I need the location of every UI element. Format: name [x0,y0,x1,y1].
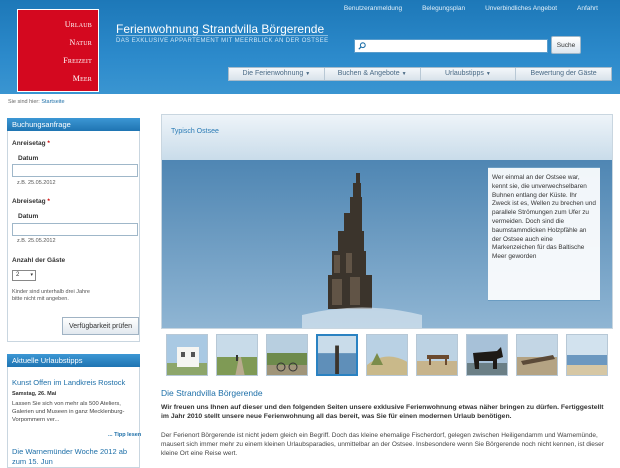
intro-text: Der Ferienort Börgerende ist nicht jedem… [161,432,604,457]
login-link[interactable]: Benutzeranmeldung [344,5,402,12]
search-button[interactable]: Suche [551,36,581,54]
breadcrumb-prefix: Sie sind hier: [8,99,40,105]
nav-label: Buchen & Angebote [337,70,400,77]
nav-ferienwohnung[interactable]: Die Ferienwohnung ▼ [229,68,325,80]
bench-thumbnail[interactable] [416,334,458,376]
departure-date-label: Datum [18,213,39,220]
tip-text: Vorpommern ver... [12,417,60,423]
departure-hint: z.B. 25.05.2012 [17,238,56,244]
departure-label: Abreisetag * [12,198,50,205]
nav-buchen[interactable]: Buchen & Angebote ▼ [325,68,421,80]
title-divider [116,35,328,36]
chevron-down-icon: ▼ [401,71,407,77]
booking-title: Buchungsanfrage [7,118,140,131]
site-subtitle: DAS EXKLUSIVE APPARTEMENT MIT MEERBLICK … [116,38,329,44]
groyne-thumbnail[interactable] [316,334,358,376]
section-title: Die Strandvilla Börgerende [161,388,263,398]
nav-label: Die Ferienwohnung [242,70,304,77]
image-slider[interactable]: Typisch Ostsee Wer einmal an der Ostsee … [161,114,613,329]
nav-urlaubstipps[interactable]: Urlaubstipps ▼ [421,68,517,80]
tip-title[interactable]: Die Warnemünder Woche 2012 ab [12,447,127,456]
guests-select[interactable]: 2 ▾ [12,270,36,281]
chevron-down-icon: ▼ [485,71,491,77]
dune-thumbnail[interactable] [366,334,408,376]
tip-text: Lassen Sie sich von mehr als 500 Atelier… [12,401,121,407]
logo-word: Urlaub [64,20,92,29]
arrival-label: Anreisetag * [12,140,50,147]
breadcrumb: Sie sind hier: Startseite [8,99,65,105]
guests-note: bitte nicht mit angeben. [12,296,69,302]
tips-title: Aktuelle Urlaubstipps [7,354,140,367]
logo-word: Meer [72,74,92,83]
top-links: Benutzeranmeldung Belegungsplan Unverbin… [324,5,598,12]
logo-word: Natur [69,38,92,47]
intro-bold-text: Wir freuen uns Ihnen auf dieser und den … [161,404,604,420]
select-arrow-icon: ▾ [30,272,33,278]
site-header: Urlaub Natur Freizeit Meer Ferienwohnung… [0,0,620,94]
nav-label: Bewertung der Gäste [530,70,597,77]
logo-word: Freizeit [63,56,92,65]
offer-link[interactable]: Unverbindliches Angebot [485,5,557,12]
nav-label: Urlaubstipps [444,70,484,77]
tip-title[interactable]: zum 15. Jun [12,457,53,466]
site-title[interactable]: Ferienwohnung Strandvilla Börgerende [116,22,324,36]
arrival-date-input[interactable] [12,164,138,177]
search-input[interactable] [354,39,548,53]
slide-text: Wer einmal an der Ostsee war, kennt sie,… [488,167,600,301]
occupancy-link[interactable]: Belegungsplan [422,5,465,12]
arrival-hint: z.B. 25.05.2012 [17,180,56,186]
tip-title[interactable]: Kunst Offen im Landkreis Rostock [12,378,125,387]
departure-date-input[interactable] [12,223,138,236]
breadcrumb-current[interactable]: Startseite [41,99,64,105]
bikes-thumbnail[interactable] [266,334,308,376]
driftwood-thumbnail[interactable] [516,334,558,376]
arrival-date-label: Datum [18,155,39,162]
horses-thumbnail[interactable] [466,334,508,376]
thumbnail-strip [166,334,610,378]
logo[interactable]: Urlaub Natur Freizeit Meer [17,9,99,92]
path-thumbnail[interactable] [216,334,258,376]
beach-thumbnail[interactable] [566,334,608,376]
main-nav: Die Ferienwohnung ▼ Buchen & Angebote ▼ Ur… [228,67,612,81]
house-thumbnail[interactable] [166,334,208,376]
chevron-down-icon: ▼ [305,71,311,77]
tip-text: Galerien und Museen in ganz Mecklenburg- [12,409,125,415]
tip-date: Samstag, 26. Mai [12,391,57,397]
departure-label-text: Abreisetag [12,198,46,205]
read-tip-link[interactable]: ... Tipp lesen [108,432,141,438]
arrival-label-text: Anreisetag [12,140,46,147]
guests-value: 2 [16,272,20,278]
slide-caption: Typisch Ostsee [171,128,219,135]
nav-bewertung[interactable]: Bewertung der Gäste [516,68,611,80]
check-availability-button[interactable]: Verfügbarkeit prüfen [62,317,139,335]
guests-note: Kinder sind unterhalb drei Jahre [12,289,90,295]
search-icon [358,42,366,50]
required-mark: * [47,198,50,205]
required-mark: * [47,140,50,147]
directions-link[interactable]: Anfahrt [577,5,598,12]
guests-label: Anzahl der Gäste [12,257,66,264]
